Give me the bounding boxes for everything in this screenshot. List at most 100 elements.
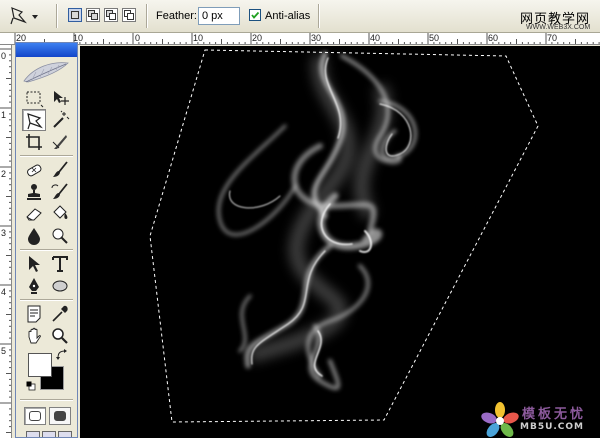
tool-blur[interactable] [22, 225, 46, 247]
dodge-icon [52, 228, 68, 244]
divider [146, 4, 148, 28]
options-bar: Feather: Anti-alias 网页教学网 WWW.WEB3X.COM [0, 0, 600, 33]
tool-crop[interactable] [22, 131, 46, 153]
tool-paint-bucket[interactable] [48, 203, 72, 225]
logo-url: MB5U.COM [520, 422, 585, 432]
hand-icon [28, 327, 41, 344]
watermark-url: WWW.WEB3X.COM [526, 24, 591, 31]
ruler-label: 0 [135, 33, 141, 43]
tool-preset-picker[interactable] [6, 4, 46, 28]
tool-dodge[interactable] [48, 225, 72, 247]
tool-move[interactable] [48, 87, 72, 109]
pen-icon [29, 278, 39, 294]
full-screen-menu-mode-button[interactable] [42, 431, 56, 437]
ruler-ticks [0, 48, 11, 433]
slice-icon [52, 135, 67, 149]
crop-icon [26, 134, 42, 150]
quick-mask-mode-button[interactable] [49, 407, 71, 425]
magic-wand-icon [53, 110, 70, 128]
tool-eraser[interactable] [22, 203, 46, 225]
tool-eyedropper[interactable] [48, 303, 72, 325]
clone-stamp-icon [27, 184, 41, 200]
ruler-label: 60 [488, 33, 499, 43]
tool-magic-wand[interactable] [48, 109, 72, 131]
feather-input[interactable] [198, 7, 240, 25]
tool-pen[interactable] [22, 275, 46, 297]
smoke-image [149, 49, 539, 423]
tool-ellipse-shape[interactable] [48, 275, 72, 297]
ruler-label: 40 [370, 33, 381, 43]
swap-arrow-icon [56, 349, 67, 360]
default-colors-icon [26, 381, 36, 391]
ruler-label: 3 [1, 228, 7, 238]
path-selection-icon [29, 256, 40, 272]
ruler-label: 50 [429, 33, 440, 43]
vertical-ruler[interactable]: 0 1 2 3 4 5 [0, 45, 12, 438]
document-canvas[interactable] [80, 46, 600, 438]
divider [318, 4, 320, 28]
zoom-icon [52, 328, 68, 344]
tool-rectangular-marquee[interactable] [22, 87, 46, 109]
tool-notes[interactable] [22, 303, 46, 325]
blur-icon [28, 228, 40, 245]
ruler-label: 20 [252, 33, 263, 43]
divider [56, 4, 58, 28]
logo-text: 模板无忧 [522, 407, 587, 422]
divider [20, 155, 73, 157]
tool-type[interactable] [48, 253, 72, 275]
intersect-with-selection-button[interactable] [122, 8, 136, 22]
add-to-selection-button[interactable] [86, 8, 100, 22]
tool-zoom[interactable] [48, 325, 72, 347]
polygonal-lasso-icon [10, 7, 38, 25]
selection-outline [149, 49, 539, 423]
tool-polygonal-lasso[interactable] [22, 109, 46, 131]
tool-brush[interactable] [48, 159, 72, 181]
move-icon [54, 91, 69, 105]
ruler-label: 70 [547, 33, 558, 43]
new-selection-button[interactable] [68, 8, 82, 22]
foreground-color-swatch[interactable] [28, 353, 52, 377]
tool-path-selection[interactable] [22, 253, 46, 275]
chevron-down-icon [32, 15, 38, 19]
ruler-label: 10 [193, 33, 204, 43]
polygonal-lasso-icon [27, 113, 43, 130]
toolbox-panel [15, 42, 78, 438]
ruler-label: 5 [1, 346, 7, 356]
eraser-icon [26, 208, 42, 221]
divider [20, 399, 73, 401]
divider [20, 299, 73, 301]
tool-slice[interactable] [48, 131, 72, 153]
standard-screen-mode-button[interactable] [26, 431, 40, 437]
eyedropper-icon [52, 305, 68, 322]
ruler-label: 2 [1, 169, 7, 179]
healing-brush-icon [27, 164, 42, 177]
adobe-feather-logo[interactable] [16, 57, 77, 87]
notes-icon [27, 305, 41, 323]
swap-colors-button[interactable] [56, 349, 68, 361]
standard-mode-button[interactable] [24, 407, 46, 425]
ruler-label: 30 [311, 33, 322, 43]
ruler-label: 0 [1, 51, 7, 61]
horizontal-ruler[interactable]: 20 10 0 10 20 30 40 50 60 70 [0, 33, 600, 45]
tool-clone-stamp[interactable] [22, 181, 46, 203]
rectangular-marquee-icon [26, 91, 44, 108]
subtract-from-selection-button[interactable] [104, 8, 118, 22]
feather-label: Feather: [156, 10, 197, 22]
antialias-checkbox[interactable] [249, 9, 261, 21]
full-screen-mode-button[interactable] [58, 431, 72, 437]
ruler-label: 4 [1, 287, 7, 297]
default-colors-button[interactable] [26, 381, 36, 391]
feather-logo-icon [23, 62, 69, 83]
flower-logo-icon [480, 402, 520, 438]
brush-icon [53, 161, 68, 177]
toolbox-titlebar[interactable] [16, 43, 77, 57]
check-icon [251, 11, 260, 19]
ruler-ticks [14, 33, 600, 44]
ruler-label: 1 [1, 110, 7, 120]
tool-healing-brush[interactable] [22, 159, 46, 181]
tool-hand[interactable] [22, 325, 46, 347]
type-icon [52, 256, 68, 272]
tool-history-brush[interactable] [48, 181, 72, 203]
ellipse-shape-icon [52, 280, 68, 292]
divider [20, 249, 73, 251]
